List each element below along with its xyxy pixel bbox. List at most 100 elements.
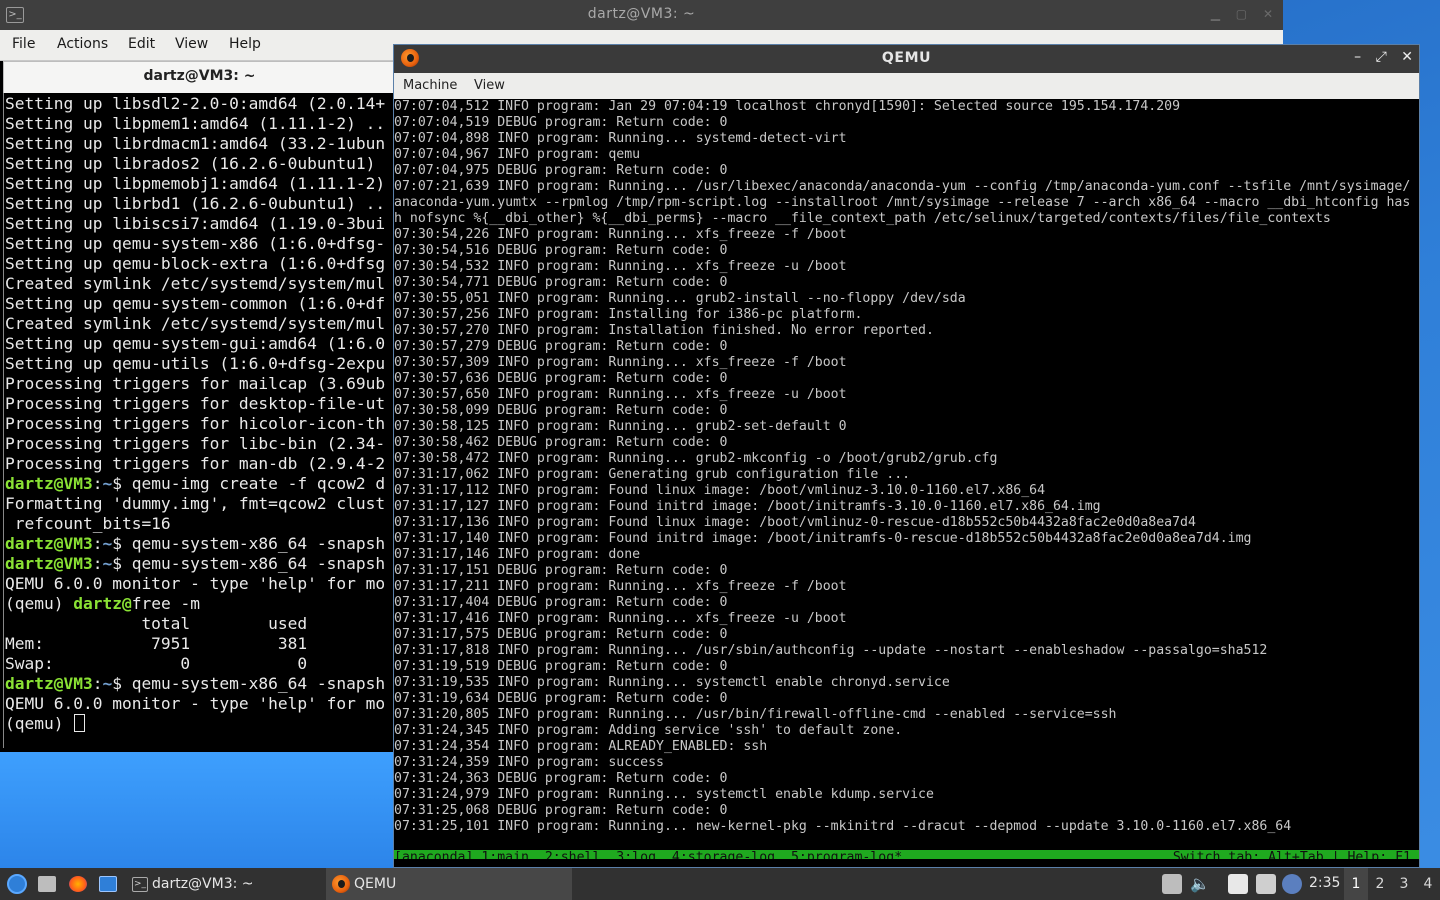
maximize-icon[interactable]: ⤢ <box>1376 49 1387 65</box>
vm-console-screen[interactable]: [anaconda] 1:main 2:shell 3:log 4:storag… <box>394 99 1419 859</box>
menu-actions[interactable]: Actions <box>57 36 108 52</box>
tray-network-icon[interactable] <box>1162 874 1182 894</box>
console-log-line: 07:31:19,634 DEBUG program: Return code:… <box>394 691 728 706</box>
terminal-line: QEMU 6.0.0 monitor - type 'help' for mo <box>5 574 385 594</box>
prompt-user: dartz@ <box>73 594 132 613</box>
task-terminal[interactable]: >_ dartz@VM3: ~ <box>126 868 322 900</box>
text-cursor <box>74 714 86 732</box>
task-qemu[interactable]: QEMU <box>326 868 572 900</box>
command-text: $ qemu-system-x86_64 -snapsh <box>112 674 386 693</box>
output-text: Processing triggers for mailcap (3.69ub <box>5 374 386 393</box>
qemu-logo-icon <box>332 875 350 893</box>
terminal-output[interactable]: Setting up libsdl2-2.0-0:amd64 (2.0.14+ S… <box>3 93 394 748</box>
console-log-line: 07:31:17,062 INFO program: Generating gr… <box>394 467 911 482</box>
terminal-line: Setting up librados2 (16.2.6-0ubuntu1) <box>5 154 385 174</box>
close-icon[interactable]: ✕ <box>1263 7 1273 21</box>
terminal-line: Processing triggers for libc-bin (2.34- <box>5 434 385 454</box>
console-log-line: 07:31:17,140 INFO program: Found initrd … <box>394 531 1252 546</box>
menu-machine[interactable]: Machine <box>403 78 457 93</box>
console-log-line: 07:07:21,639 INFO program: Running... /u… <box>394 179 1411 194</box>
prompt-separator: : <box>92 534 103 553</box>
output-text: Setting up qemu-block-extra (1:6.0+dfsg <box>5 254 386 273</box>
console-log-line: 07:31:19,535 INFO program: Running... sy… <box>394 675 950 690</box>
console-log-line: 07:07:04,512 INFO program: Jan 29 07:04:… <box>394 99 1181 114</box>
terminal-line: Setting up qemu-system-x86 (1:6.0+dfsg- <box>5 234 385 254</box>
taskbar: >_ dartz@VM3: ~ QEMU 🔈 2:35 1 2 3 4 <box>0 868 1440 900</box>
command-text: free -m <box>131 594 200 613</box>
menu-edit[interactable]: Edit <box>128 36 155 52</box>
menu-view[interactable]: View <box>175 36 208 52</box>
console-log-line: 07:30:54,771 DEBUG program: Return code:… <box>394 275 728 290</box>
output-text: Setting up qemu-system-gui:amd64 (1:6.0 <box>5 334 386 353</box>
minimize-icon[interactable]: – <box>1354 49 1361 65</box>
terminal-line: Formatting 'dummy.img', fmt=qcow2 clust <box>5 494 385 514</box>
command-text: $ qemu-system-x86_64 -snapsh <box>112 534 386 553</box>
console-log-line: 07:31:17,136 INFO program: Found linux i… <box>394 515 1196 530</box>
console-log-line: 07:31:17,151 DEBUG program: Return code:… <box>394 563 728 578</box>
clipboard-icon[interactable] <box>1228 874 1248 894</box>
terminal-tab-label: dartz@VM3: ~ <box>143 68 256 84</box>
console-log-line: 07:07:04,975 DEBUG program: Return code:… <box>394 163 728 178</box>
output-text: Processing triggers for libc-bin (2.34- <box>5 434 386 453</box>
terminal-line: Setting up qemu-utils (1:6.0+dfsg-2expu <box>5 354 385 374</box>
console-log-line: 07:31:25,101 INFO program: Running... ne… <box>394 819 1292 834</box>
console-log-line: 07:31:24,354 INFO program: ALREADY_ENABL… <box>394 739 768 754</box>
terminal-line: total used <box>5 614 307 634</box>
terminal-line: Setting up qemu-system-common (1:6.0+df <box>5 294 385 314</box>
output-text: Setting up librados2 (16.2.6-0ubuntu1) <box>5 154 386 173</box>
terminal-line: Setting up libsdl2-2.0-0:amd64 (2.0.14+ <box>5 94 385 114</box>
volume-icon[interactable]: 🔈 <box>1190 874 1210 894</box>
workspace-1[interactable]: 1 <box>1344 868 1368 900</box>
output-text: Created symlink /etc/systemd/system/mul <box>5 274 386 293</box>
console-log-line: 07:31:24,359 INFO program: success <box>394 755 664 770</box>
terminal-line: Setting up libpmemobj1:amd64 (1.11.1-2) <box>5 174 385 194</box>
output-text: QEMU 6.0.0 monitor - type 'help' for mo <box>5 694 386 713</box>
prompt-path: ~ <box>102 534 113 553</box>
console-log-line: 07:31:20,805 INFO program: Running... /u… <box>394 707 1117 722</box>
workspace-4[interactable]: 4 <box>1416 868 1440 900</box>
minimize-icon[interactable]: ▁ <box>1211 7 1220 21</box>
monitor-prompt: (qemu) <box>5 594 74 613</box>
terminal-icon: >_ <box>132 877 148 892</box>
clock[interactable]: 2:35 <box>1309 875 1340 891</box>
output-text: Processing triggers for man-db (2.9.4-2 <box>5 454 386 473</box>
prompt-user: dartz@VM3 <box>5 554 93 573</box>
show-desktop-button[interactable] <box>97 868 119 900</box>
qemu-titlebar[interactable]: QEMU – ⤢ ✕ <box>394 45 1419 73</box>
output-text: refcount_bits=16 <box>5 514 171 533</box>
console-log-line: 07:30:58,099 DEBUG program: Return code:… <box>394 403 728 418</box>
console-log-line: 07:30:57,650 INFO program: Running... xf… <box>394 387 847 402</box>
maximize-icon[interactable]: ▢ <box>1236 7 1247 21</box>
console-log-line: 07:31:17,416 INFO program: Running... xf… <box>394 611 847 626</box>
terminal-line: (qemu) <box>5 714 86 734</box>
output-text: Setting up qemu-system-x86 (1:6.0+dfsg- <box>5 234 386 253</box>
file-manager-launcher[interactable] <box>36 868 58 900</box>
console-log-line: 07:30:58,472 INFO program: Running... gr… <box>394 451 998 466</box>
console-log-line: 07:07:04,967 INFO program: qemu <box>394 147 641 162</box>
menu-file[interactable]: File <box>12 36 35 52</box>
console-log-line: 07:30:58,462 DEBUG program: Return code:… <box>394 435 728 450</box>
update-notifier-icon[interactable] <box>1256 874 1276 894</box>
output-text: Setting up libsdl2-2.0-0:amd64 (2.0.14+ <box>5 94 386 113</box>
info-icon[interactable] <box>1282 874 1302 894</box>
lubuntu-logo-icon <box>7 874 27 894</box>
start-menu-button[interactable] <box>4 868 28 900</box>
menu-help[interactable]: Help <box>229 36 261 52</box>
terminal-line: Swap: 0 0 <box>5 654 307 674</box>
firefox-launcher[interactable] <box>67 868 89 900</box>
terminal-title: dartz@VM3: ~ <box>587 6 696 22</box>
output-text: Processing triggers for hicolor-icon-th <box>5 414 386 433</box>
console-log-line: 07:30:54,226 INFO program: Running... xf… <box>394 227 847 242</box>
workspace-3[interactable]: 3 <box>1392 868 1416 900</box>
workspace-2[interactable]: 2 <box>1368 868 1392 900</box>
menu-view[interactable]: View <box>474 78 505 93</box>
console-log-line: 07:31:17,818 INFO program: Running... /u… <box>394 643 1268 658</box>
prompt-user: dartz@VM3 <box>5 474 93 493</box>
output-text: Setting up qemu-system-common (1:6.0+df <box>5 294 386 313</box>
anaconda-tab-list: [anaconda] 1:main 2:shell 3:log 4:storag… <box>394 850 903 859</box>
terminal-titlebar[interactable]: >_ dartz@VM3: ~ ▁ ▢ ✕ <box>0 0 1283 30</box>
console-log-line: 07:07:04,519 DEBUG program: Return code:… <box>394 115 728 130</box>
console-log-line: 07:30:57,279 DEBUG program: Return code:… <box>394 339 728 354</box>
terminal-tab[interactable]: dartz@VM3: ~ <box>3 61 396 94</box>
close-icon[interactable]: ✕ <box>1401 49 1413 65</box>
